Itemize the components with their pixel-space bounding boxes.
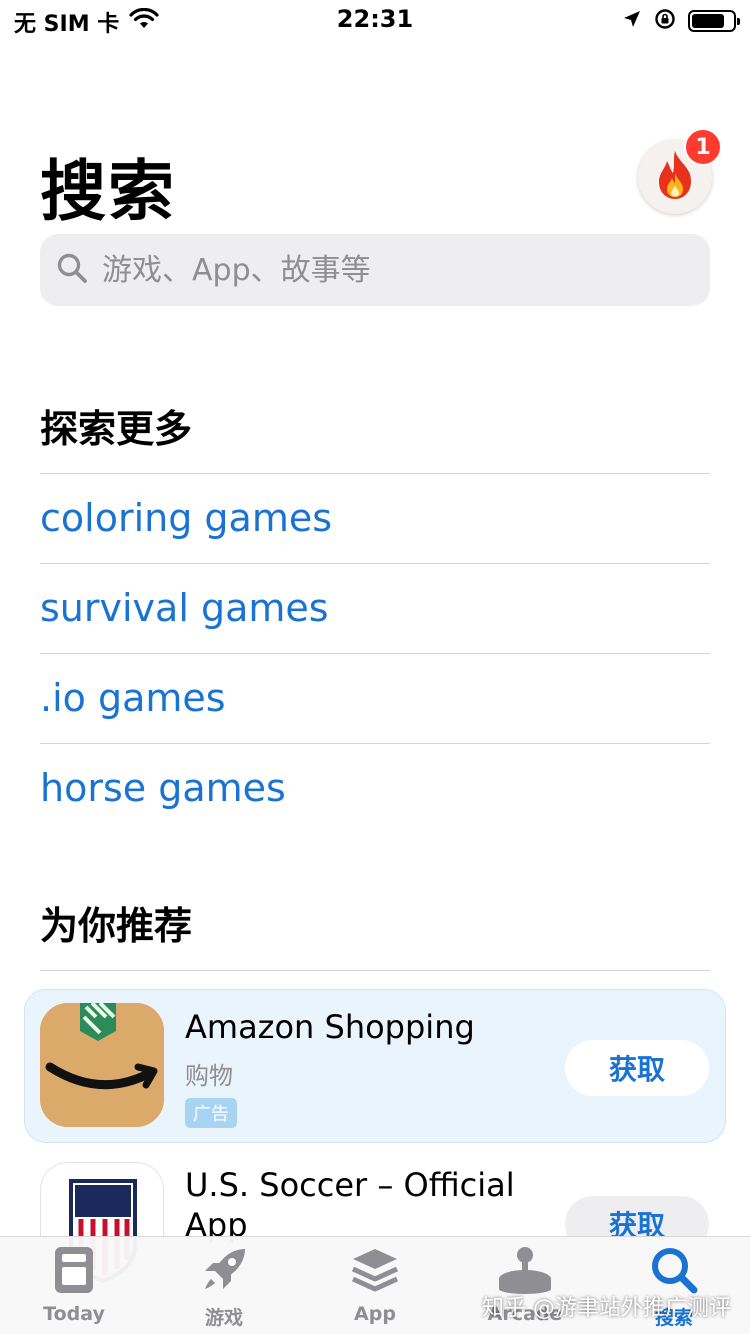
divider (40, 473, 710, 474)
suggestion-link[interactable]: coloring games (40, 496, 332, 540)
search-bar[interactable] (40, 234, 710, 306)
amazon-app-icon[interactable] (40, 1003, 164, 1127)
rotation-lock-icon (654, 8, 676, 34)
layers-icon (349, 1245, 401, 1299)
battery-level (692, 14, 724, 28)
watermark: 知乎 @游聿站外推广测评 (482, 1296, 731, 1321)
app-category: 购物 (185, 1062, 233, 1090)
divider (40, 653, 710, 654)
app-name-line-1: U.S. Soccer – Official (185, 1166, 515, 1204)
divider (40, 563, 710, 564)
divider (40, 743, 710, 744)
tab-label: App (354, 1303, 396, 1325)
tab-apps[interactable]: App (315, 1245, 435, 1325)
location-arrow-icon (622, 9, 642, 33)
status-bar: 无 SIM 卡 22:31 (0, 0, 750, 44)
search-icon (56, 252, 88, 288)
divider (40, 970, 710, 971)
search-input[interactable] (102, 252, 662, 288)
today-icon (52, 1245, 96, 1299)
notification-badge: 1 (684, 128, 722, 166)
tab-today[interactable]: Today (14, 1245, 134, 1325)
battery-icon (688, 10, 740, 32)
status-right (622, 8, 740, 34)
recommended-section-title: 为你推荐 (40, 904, 193, 948)
rocket-icon (199, 1245, 249, 1299)
tab-label: Today (43, 1303, 105, 1325)
page-title: 搜索 (40, 153, 176, 230)
app-name: Amazon Shopping (185, 1008, 475, 1046)
suggestion-link[interactable]: survival games (40, 586, 329, 630)
suggestion-link[interactable]: horse games (40, 766, 286, 810)
tab-label: 游戏 (204, 1307, 243, 1329)
ad-badge: 广告 (185, 1098, 237, 1128)
get-button[interactable]: 获取 (565, 1040, 709, 1096)
tab-games[interactable]: 游戏 (164, 1245, 284, 1330)
suggestion-link[interactable]: .io games (40, 676, 226, 720)
explore-section-title: 探索更多 (40, 407, 193, 451)
